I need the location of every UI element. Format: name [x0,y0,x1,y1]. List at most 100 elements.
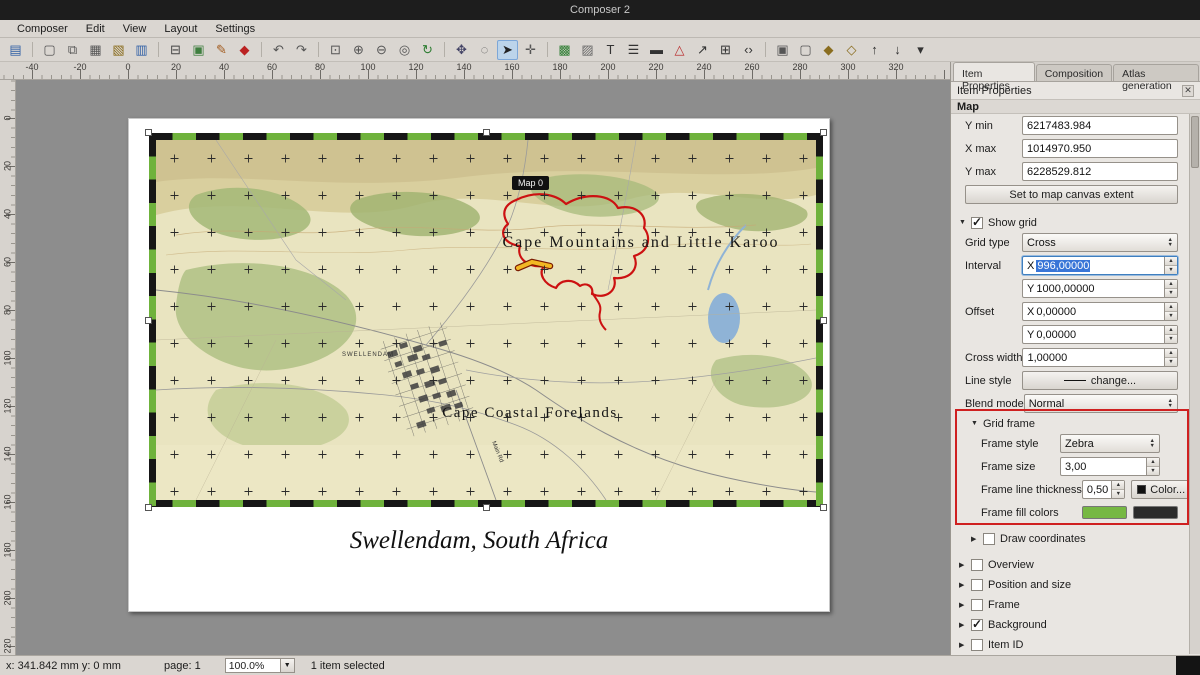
section-checkbox[interactable] [971,639,983,651]
add-label-icon[interactable]: T [600,40,621,60]
frame-style-combo[interactable]: Zebra [1060,434,1160,453]
section-collapse-icon[interactable] [959,581,971,589]
separator[interactable] [544,40,551,60]
collapsible-section[interactable]: Background [951,615,1188,635]
selection-handle-sw[interactable] [145,504,152,511]
select-move-item-icon[interactable]: ➤ [497,40,518,60]
show-grid-collapse-icon[interactable] [959,219,971,226]
selection-handle-nw[interactable] [145,129,152,136]
line-style-button[interactable]: change... [1022,371,1178,390]
add-attribute-table-icon[interactable]: ⊞ [715,40,736,60]
menu-item[interactable]: Composer [8,22,77,36]
frame-thickness-input[interactable]: 0,50 [1082,480,1125,499]
spin-up-icon[interactable] [1165,326,1177,334]
spin-down-icon[interactable] [1165,311,1177,320]
spin-up-icon[interactable] [1165,257,1177,265]
selection-handle-s[interactable] [483,504,490,511]
lock-items-icon[interactable]: ◆ [818,40,839,60]
ungroup-items-icon[interactable]: ▢ [795,40,816,60]
separator[interactable] [258,40,265,60]
save-template-icon[interactable]: ▥ [131,40,152,60]
offset-y-input[interactable]: Y 0,00000 [1022,325,1178,344]
zoom-actual-icon[interactable]: ◎ [394,40,415,60]
interval-y-input[interactable]: Y 1000,00000 [1022,279,1178,298]
save-project-icon[interactable]: ▤ [5,40,26,60]
page-title-label-item[interactable]: Swellendam, South Africa [129,527,829,555]
lower-items-icon[interactable]: ↓ [887,40,908,60]
raise-items-icon[interactable]: ↑ [864,40,885,60]
cross-width-input[interactable]: 1,00000 [1022,348,1178,367]
selection-handle-e[interactable] [820,317,827,324]
move-item-content-icon[interactable]: ✛ [520,40,541,60]
group-items-icon[interactable]: ▣ [772,40,793,60]
zoom-full-icon[interactable]: ⊡ [325,40,346,60]
spin-down-icon[interactable] [1165,288,1177,297]
zoom-tool-icon[interactable]: ◌ [474,40,495,60]
menu-item[interactable]: Settings [206,22,264,36]
section-checkbox[interactable] [971,579,983,591]
spin-down-icon[interactable] [1165,265,1177,274]
ymax-input[interactable]: 6228529.812 [1022,162,1178,181]
export-pdf-icon[interactable]: ◆ [234,40,255,60]
load-template-icon[interactable]: ▧ [108,40,129,60]
spin-down-icon[interactable] [1165,357,1177,366]
ymin-input[interactable]: 6217483.984 [1022,116,1178,135]
panel-scrollbar[interactable] [1189,114,1200,654]
blend-mode-combo[interactable]: Normal [1024,394,1178,413]
grid-type-combo[interactable]: Cross [1022,233,1178,252]
xmax-input[interactable]: 1014970.950 [1022,139,1178,158]
menu-item[interactable]: Layout [155,22,206,36]
add-map-icon[interactable]: ▩ [554,40,575,60]
collapsible-section[interactable]: Item ID [951,635,1188,654]
unlock-items-icon[interactable]: ◇ [841,40,862,60]
section-checkbox[interactable] [971,619,983,631]
offset-x-input[interactable]: X 0,00000 [1022,302,1178,321]
spin-up-icon[interactable] [1165,349,1177,357]
frame-fill-color1-swatch[interactable] [1082,506,1127,519]
add-arrow-icon[interactable]: ↗ [692,40,713,60]
set-extent-button[interactable]: Set to map canvas extent [965,185,1178,204]
section-collapse-icon[interactable] [959,621,971,629]
redo-icon[interactable]: ↷ [291,40,312,60]
collapsible-section[interactable]: Position and size [951,575,1188,595]
spin-up-icon[interactable] [1147,458,1159,466]
add-html-icon[interactable]: ‹› [738,40,759,60]
draw-coordinates-checkbox[interactable] [983,533,995,545]
frame-color-button[interactable]: Color... [1131,480,1191,499]
new-composition-icon[interactable]: ▢ [39,40,60,60]
separator[interactable] [29,40,36,60]
map-item[interactable]: SWELLENDAM Main Rd Map 0 Cape M [149,133,823,507]
zoom-input[interactable]: 100.0% [225,658,281,673]
selection-handle-se[interactable] [820,504,827,511]
zoom-out-icon[interactable]: ⊖ [371,40,392,60]
spin-down-icon[interactable] [1165,334,1177,343]
collapsible-section[interactable]: Frame [951,595,1188,615]
spin-up-icon[interactable] [1165,280,1177,288]
separator[interactable] [155,40,162,60]
menu-item[interactable]: View [114,22,156,36]
section-checkbox[interactable] [971,559,983,571]
section-collapse-icon[interactable] [959,561,971,569]
export-svg-icon[interactable]: ✎ [211,40,232,60]
selection-handle-n[interactable] [483,129,490,136]
panel-tab[interactable]: Item Properties [953,62,1035,81]
separator[interactable] [441,40,448,60]
close-icon[interactable] [1182,85,1194,97]
add-shape-icon[interactable]: △ [669,40,690,60]
spin-up-icon[interactable] [1165,303,1177,311]
draw-coordinates-collapse-icon[interactable] [971,535,983,543]
print-icon[interactable]: ⊟ [165,40,186,60]
grid-frame-collapse-icon[interactable] [971,420,983,427]
panel-tab[interactable]: Composition [1036,64,1112,81]
spin-down-icon[interactable] [1147,466,1159,475]
selection-handle-ne[interactable] [820,129,827,136]
composer-manager-icon[interactable]: ▦ [85,40,106,60]
section-collapse-icon[interactable] [959,601,971,609]
separator[interactable] [315,40,322,60]
section-collapse-icon[interactable] [959,641,971,649]
section-checkbox[interactable] [971,599,983,611]
pan-tool-icon[interactable]: ✥ [451,40,472,60]
duplicate-composition-icon[interactable]: ⧉ [62,40,83,60]
menu-item[interactable]: Edit [77,22,114,36]
zoom-dropdown-icon[interactable] [281,658,295,673]
